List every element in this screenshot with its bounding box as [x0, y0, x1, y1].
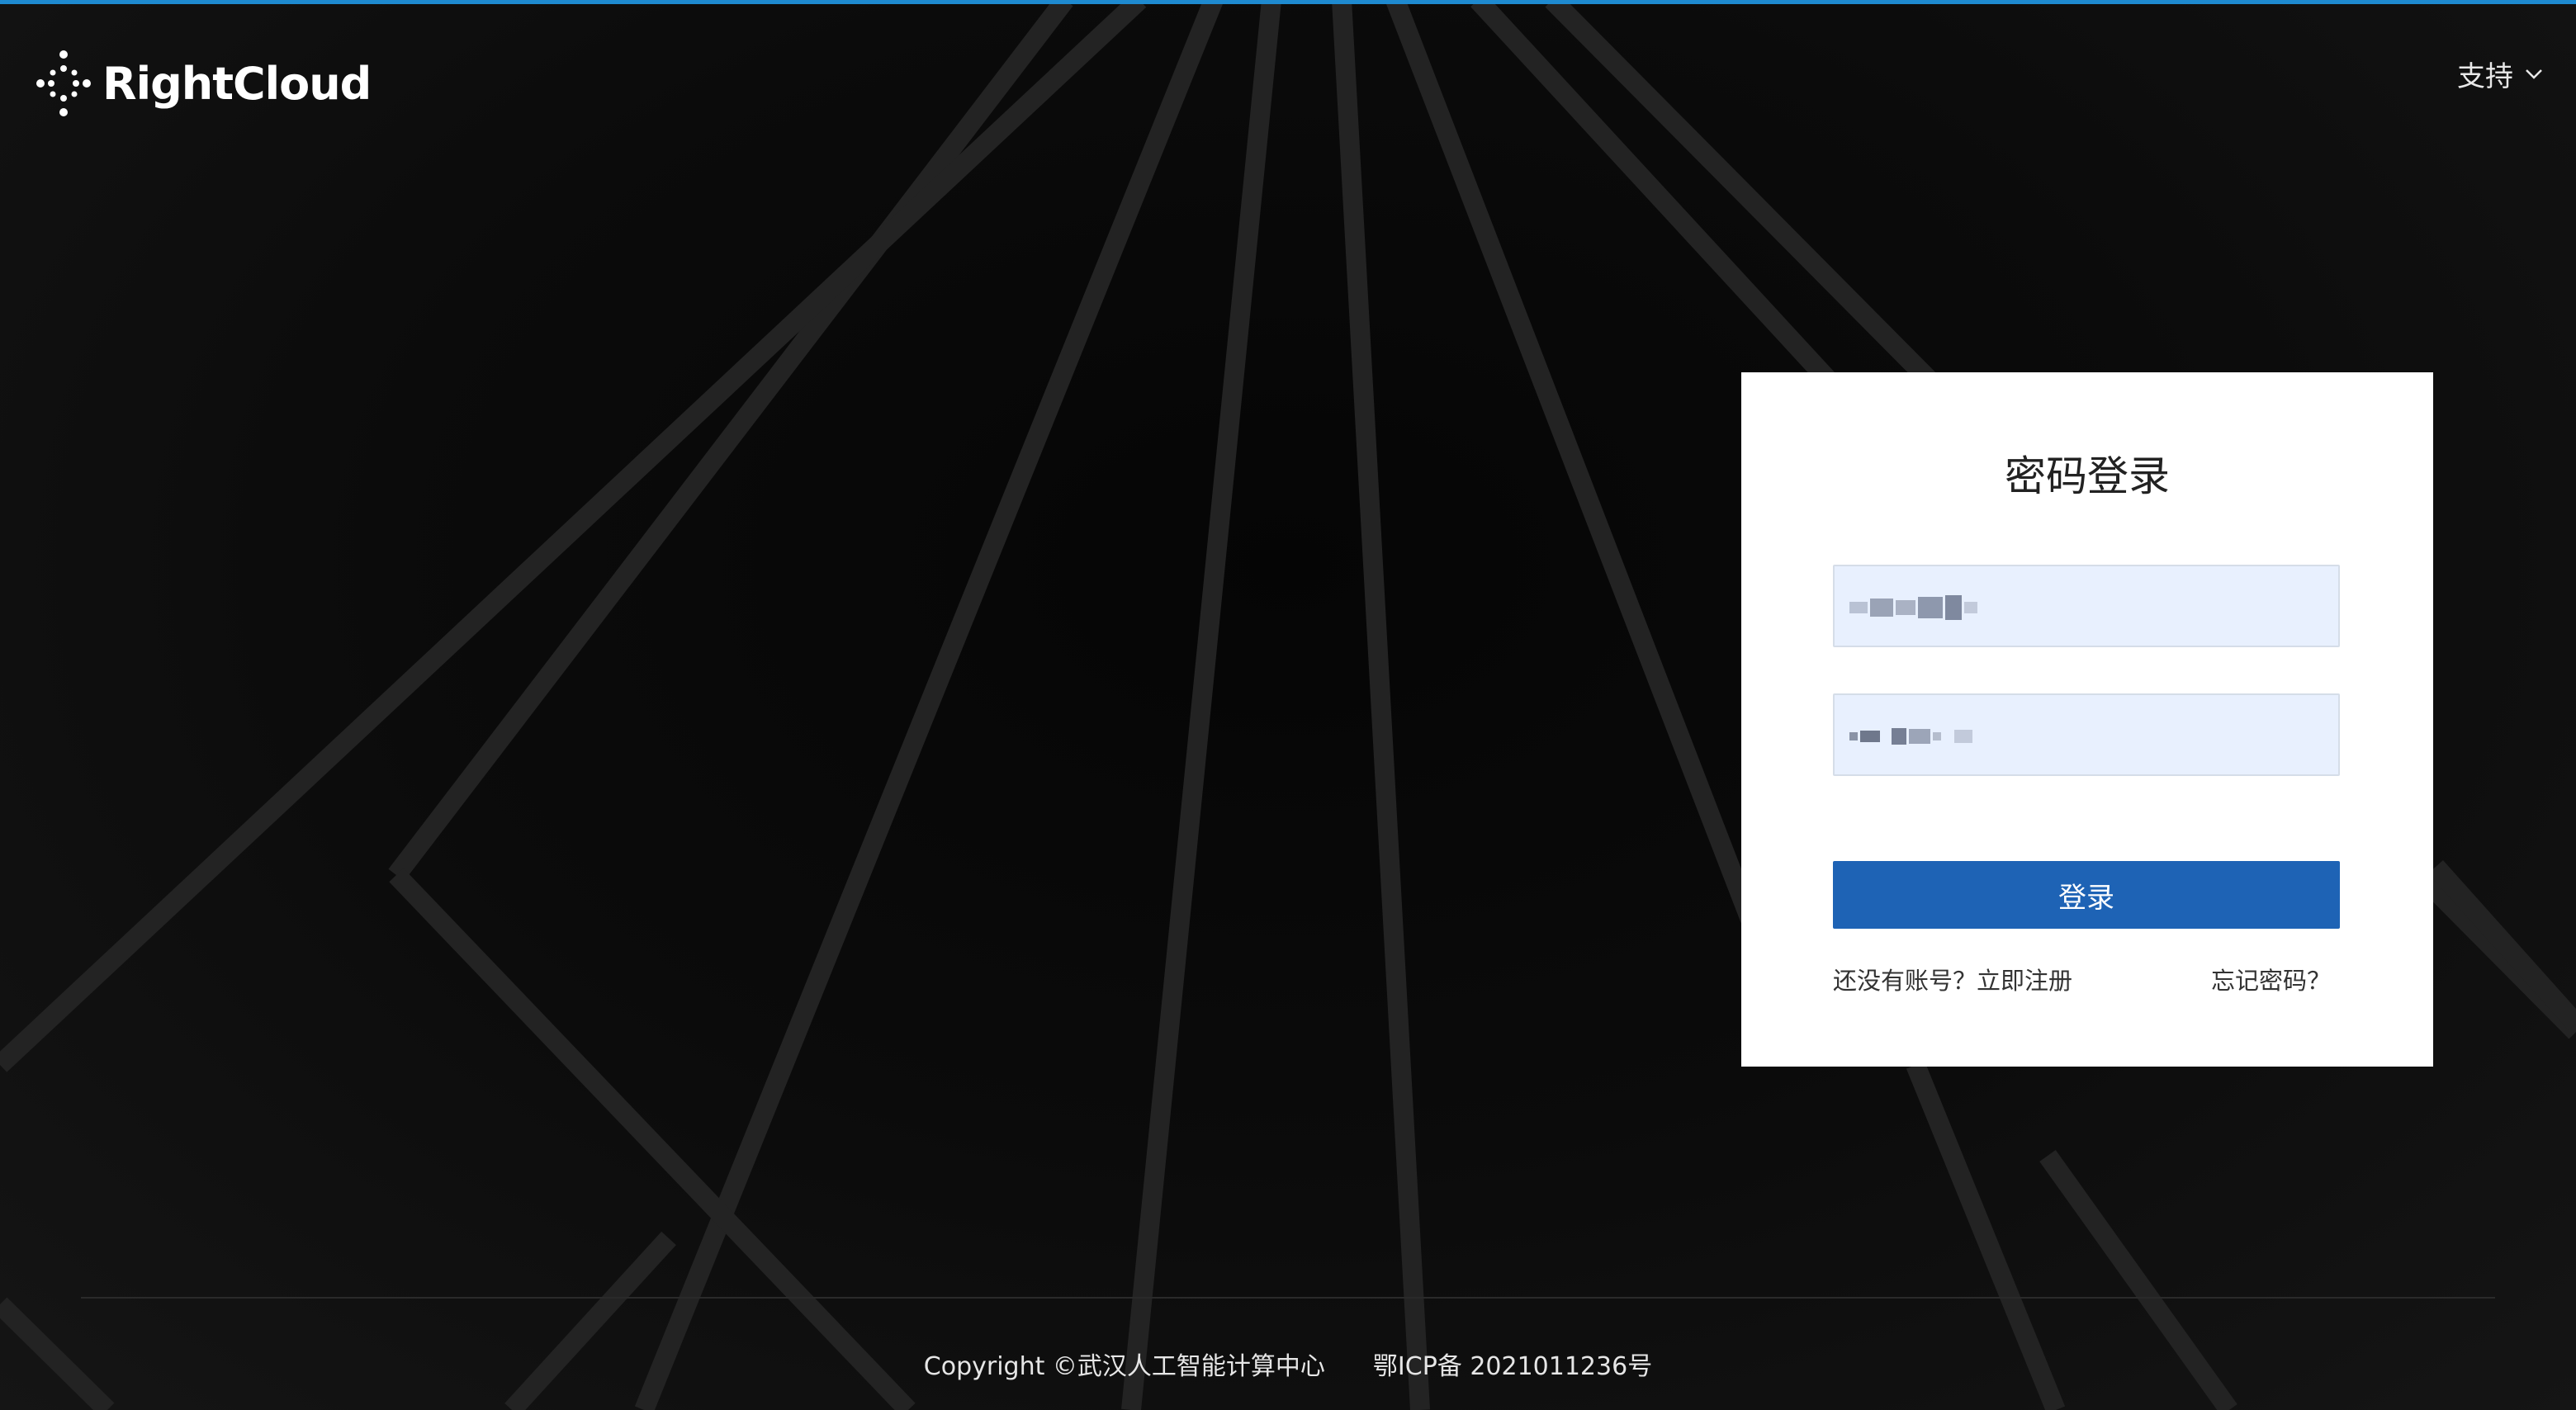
login-card: 密码登录 登录 还没有账号？立即注册 忘记密码？ [1741, 372, 2433, 1067]
login-button[interactable]: 登录 [1833, 861, 2340, 929]
login-title: 密码登录 [2005, 452, 2170, 500]
footer: Copyright ©武汉人工智能计算中心 鄂ICP备 2021011236号 [0, 1346, 2576, 1382]
support-dropdown[interactable]: 支持 [2457, 54, 2543, 94]
top-accent-bar [0, 0, 2576, 4]
header: RightCloud 支持 [0, 4, 2576, 153]
footer-divider [81, 1297, 2495, 1299]
chevron-down-icon [2526, 69, 2542, 79]
support-label: 支持 [2457, 60, 2513, 93]
forgot-password-link[interactable]: 忘记密码？ [2211, 962, 2331, 996]
password-input[interactable] [1848, 695, 2338, 774]
username-field[interactable] [1833, 565, 2340, 647]
icp-text[interactable]: 鄂ICP备 2021011236号 [1373, 1346, 1652, 1382]
dotted-cross-logo-icon [36, 50, 91, 116]
brand-name: RightCloud [102, 57, 372, 110]
username-input[interactable] [1848, 566, 2338, 646]
copyright-text: Copyright ©武汉人工智能计算中心 [923, 1352, 1325, 1381]
password-field[interactable] [1833, 693, 2340, 776]
login-page: RightCloud 支持 密码登录 登录 还没有账号？立即注册 忘记密码？ C… [0, 0, 2576, 1410]
brand-logo[interactable]: RightCloud [36, 50, 372, 116]
register-link[interactable]: 还没有账号？立即注册 [1833, 962, 2072, 996]
